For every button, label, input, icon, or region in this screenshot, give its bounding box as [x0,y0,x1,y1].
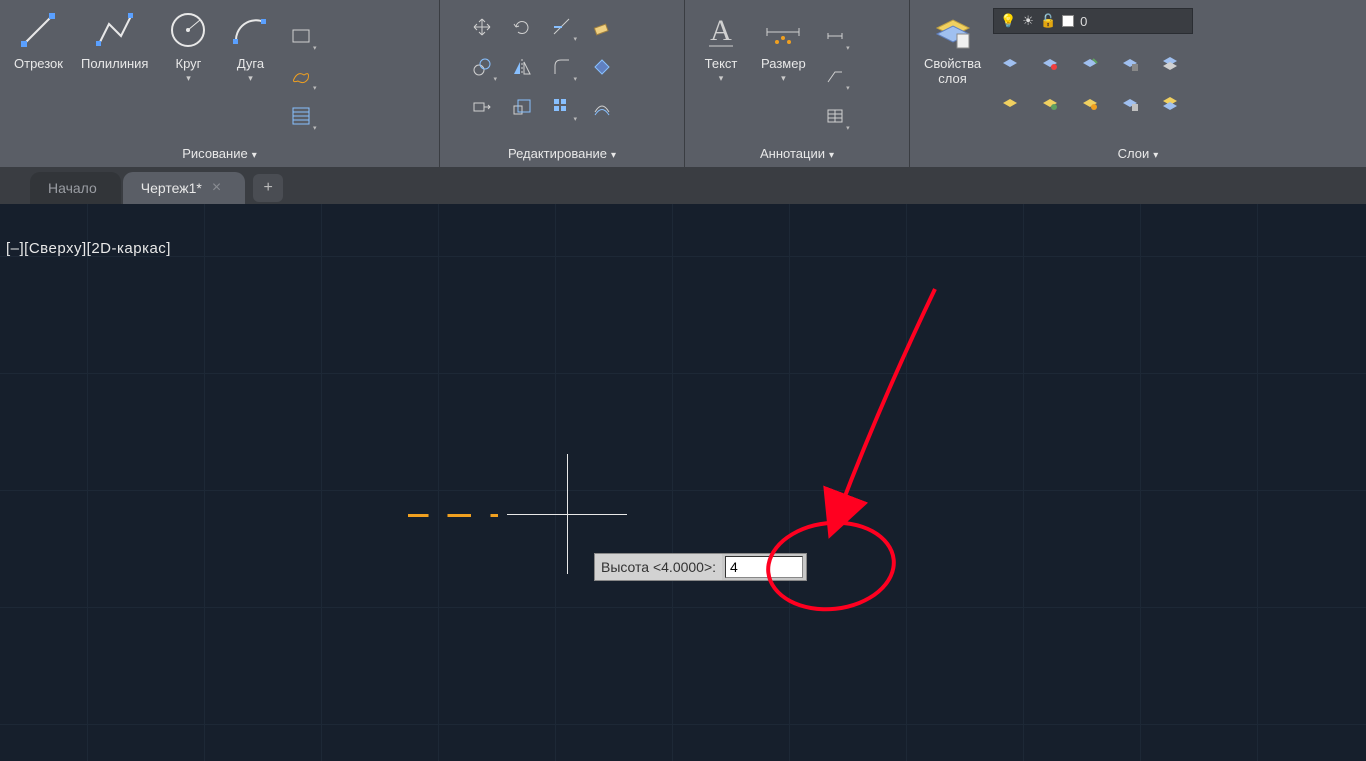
tab-drawing[interactable]: Чертеж1* × [123,172,245,204]
mirror-tool[interactable] [505,50,539,84]
lock-icon: 🔓 [1040,13,1056,29]
ribbon: Отрезок Полилиния Круг ▾ Дуга ▾ [0,0,1366,168]
text-label: Текст [705,56,738,71]
panel-title-edit[interactable]: Редактирование [440,142,684,167]
trim-tool[interactable] [545,10,579,44]
tab-home[interactable]: Начало [30,172,121,204]
dynamic-input-prompt: Высота <4.0000>: [594,553,807,581]
leader-tool[interactable] [818,59,852,93]
drawing-canvas[interactable]: [–][Сверху][2D-каркас] Высота <4.0000>: [0,204,1366,761]
linear-dim-tool[interactable] [818,19,852,53]
ribbon-panel-draw: Отрезок Полилиния Круг ▾ Дуга ▾ [0,0,440,167]
circle-icon [166,8,210,52]
layer-props-label-2: слоя [938,71,967,86]
tabs-bar: Начало Чертеж1* × + [0,168,1366,204]
line-icon [16,8,60,52]
layer-tool-10[interactable] [1153,86,1187,120]
tab-home-label: Начало [48,180,97,196]
layer-properties-icon [931,8,975,52]
table-tool[interactable] [818,99,852,133]
viewport-label[interactable]: [–][Сверху][2D-каркас] [6,240,171,257]
lightbulb-icon: 💡 [1000,13,1016,29]
hatch-tool[interactable] [284,99,318,133]
polyline-icon [93,8,137,52]
text-icon: А [699,8,743,52]
layer-tool-2[interactable] [1033,46,1067,80]
ribbon-panel-annotate: А Текст ▾ Размер ▾ Аннотации [685,0,910,167]
line-label: Отрезок [14,56,63,71]
layer-tool-3[interactable] [1073,46,1107,80]
arc-icon [228,8,272,52]
dropdown-icon: ▾ [248,73,253,84]
layer-tool-7[interactable] [1033,86,1067,120]
polyline-tool[interactable]: Полилиния [75,6,154,73]
ribbon-panel-edit: Редактирование [440,0,685,167]
grid-background [0,204,1366,761]
layer-props-label-1: Свойства [924,56,981,71]
dimension-icon [761,8,805,52]
stretch-tool[interactable] [465,90,499,124]
line-tool[interactable]: Отрезок [8,6,69,73]
rotate-tool[interactable] [505,10,539,44]
layer-selector[interactable]: 💡 ☀ 🔓 0 [993,8,1193,34]
layer-tool-1[interactable] [993,46,1027,80]
panel-title-draw[interactable]: Рисование [0,142,439,167]
dropdown-icon: ▾ [719,73,724,84]
revcloud-tool[interactable] [284,59,318,93]
rectangle-tool[interactable] [284,19,318,53]
layer-tool-5[interactable] [1153,46,1187,80]
prompt-label: Высота <4.0000>: [595,554,722,580]
explode-tool[interactable] [585,50,619,84]
panel-title-layers[interactable]: Слои [910,142,1366,167]
arc-label: Дуга [237,56,264,71]
array-tool[interactable] [545,90,579,124]
dropdown-icon: ▾ [781,73,786,84]
layer-tool-9[interactable] [1113,86,1147,120]
move-tool[interactable] [465,10,499,44]
ribbon-panel-layers: Свойства слоя 💡 ☀ 🔓 0 [910,0,1366,167]
dropdown-icon: ▾ [186,73,191,84]
layer-tool-4[interactable] [1113,46,1147,80]
svg-text:А: А [710,14,732,47]
text-tool[interactable]: А Текст ▾ [693,6,749,86]
arc-tool[interactable]: Дуга ▾ [222,6,278,86]
tab-drawing-label: Чертеж1* [141,180,202,196]
offset-tool[interactable] [585,90,619,124]
circle-tool[interactable]: Круг ▾ [160,6,216,86]
layer-color-swatch [1062,15,1074,27]
close-icon[interactable]: × [212,179,221,197]
construction-line [408,514,498,517]
layer-name: 0 [1080,14,1087,29]
prompt-input[interactable] [725,556,803,578]
panel-title-annotate[interactable]: Аннотации [685,142,909,167]
dimension-tool[interactable]: Размер ▾ [755,6,812,86]
tab-add-button[interactable]: + [253,174,283,202]
fillet-tool[interactable] [545,50,579,84]
erase-tool[interactable] [585,10,619,44]
dimension-label: Размер [761,56,806,71]
polyline-label: Полилиния [81,56,148,71]
layer-tool-6[interactable] [993,86,1027,120]
scale-tool[interactable] [505,90,539,124]
sun-icon: ☀ [1022,13,1034,29]
circle-label: Круг [176,56,202,71]
layer-tool-8[interactable] [1073,86,1107,120]
layer-properties-tool[interactable]: Свойства слоя [918,6,987,88]
copy-tool[interactable] [465,50,499,84]
